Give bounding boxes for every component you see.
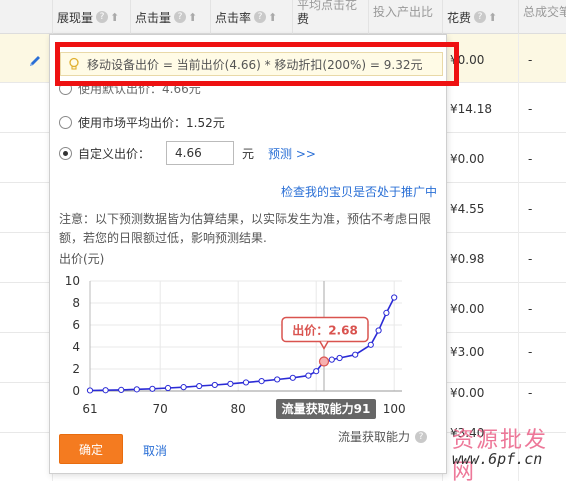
data-point bbox=[313, 368, 320, 375]
y-tick-label: 2 bbox=[72, 362, 80, 376]
data-point bbox=[211, 381, 218, 389]
data-point bbox=[118, 386, 125, 394]
orders-value: - bbox=[528, 386, 533, 400]
data-point bbox=[328, 356, 335, 363]
sort-icon[interactable]: ⬆ bbox=[268, 11, 277, 24]
confirm-button[interactable]: 确定 bbox=[59, 434, 123, 464]
y-tick-label: 8 bbox=[72, 296, 80, 310]
data-point bbox=[196, 382, 203, 390]
radio-custom-bid[interactable] bbox=[59, 146, 72, 160]
help-icon[interactable]: ? bbox=[96, 11, 109, 23]
spend-value: ¥0.00 bbox=[450, 302, 485, 316]
prediction-notice: 注意：以下预测数据皆为估算结果，以实际发生为准，预估不考虑日限额，若您的日限额过… bbox=[59, 212, 432, 245]
help-icon[interactable]: ? bbox=[474, 11, 487, 23]
y-tick-label: 6 bbox=[72, 318, 80, 332]
column-header-orders[interactable]: 总成交笔 bbox=[518, 0, 566, 34]
data-point bbox=[383, 309, 390, 317]
help-icon[interactable]: ? bbox=[174, 11, 187, 23]
option-market-bid[interactable]: 使用市场平均出价：1.52元 bbox=[59, 114, 225, 131]
data-point bbox=[102, 387, 109, 394]
sort-icon[interactable]: ⬆ bbox=[488, 11, 497, 24]
y-tick-label: 4 bbox=[72, 340, 80, 354]
column-header-spend[interactable]: 花费? ⬆ bbox=[442, 0, 518, 34]
orders-value: - bbox=[528, 53, 533, 67]
column-divider bbox=[518, 34, 519, 481]
check-promotion-link[interactable]: 检查我的宝贝是否处于推广中 bbox=[281, 183, 437, 200]
traffic-tooltip-label: 流量获取能力91 bbox=[282, 401, 371, 416]
highlight-annotation-box bbox=[55, 42, 459, 86]
predict-link[interactable]: 预测 >> bbox=[268, 145, 316, 162]
spend-value: ¥14.18 bbox=[450, 102, 492, 116]
data-point bbox=[180, 384, 187, 391]
x-tick-label: 61 bbox=[82, 402, 97, 416]
data-point bbox=[274, 376, 281, 383]
data-point bbox=[305, 372, 312, 379]
orders-value: - bbox=[528, 345, 533, 359]
x-tick-label: 80 bbox=[231, 402, 246, 416]
data-point bbox=[133, 386, 140, 393]
x-tick-label: 70 bbox=[153, 402, 168, 416]
sort-icon[interactable]: ⬆ bbox=[188, 11, 197, 24]
orders-value: - bbox=[528, 202, 533, 216]
spend-value: ¥0.00 bbox=[450, 386, 485, 400]
spend-value: ¥3.00 bbox=[450, 345, 485, 359]
y-axis-title: 出价(元) bbox=[59, 252, 105, 266]
data-point bbox=[391, 294, 398, 301]
data-point bbox=[149, 385, 156, 392]
x-axis-title: 流量获取能力? bbox=[338, 428, 428, 445]
orders-value: - bbox=[528, 252, 533, 266]
column-header-clicks[interactable]: 点击量? ⬆ bbox=[130, 0, 210, 34]
data-point bbox=[289, 374, 296, 381]
data-point bbox=[86, 387, 94, 394]
bid-tooltip-label: 出价：2.68 bbox=[292, 323, 358, 338]
help-icon[interactable]: ? bbox=[254, 11, 267, 23]
bid-prediction-chart[interactable]: 024681061708090100出价：2.68流量获取能力91 bbox=[52, 266, 422, 426]
data-point bbox=[227, 380, 234, 387]
column-header-impressions[interactable]: 展现量? ⬆ bbox=[52, 0, 130, 34]
orders-value: - bbox=[528, 302, 533, 316]
cancel-link[interactable]: 取消 bbox=[143, 442, 167, 459]
orders-value: - bbox=[528, 102, 533, 116]
orders-value: - bbox=[528, 152, 533, 166]
custom-bid-input[interactable] bbox=[166, 141, 235, 165]
y-tick-label: 10 bbox=[65, 274, 80, 288]
spend-value: ¥4.55 bbox=[450, 202, 485, 216]
watermark-url: www.6pf.cn bbox=[452, 450, 543, 468]
column-header-ctr[interactable]: 点击率? ⬆ bbox=[210, 0, 292, 34]
data-point bbox=[375, 327, 382, 334]
data-point bbox=[336, 354, 343, 362]
data-point bbox=[258, 378, 265, 385]
radio-market-bid[interactable] bbox=[59, 116, 72, 129]
edit-pencil-icon[interactable] bbox=[28, 54, 42, 68]
data-point bbox=[367, 341, 374, 348]
sort-icon[interactable]: ⬆ bbox=[110, 11, 119, 24]
option-custom-bid[interactable]: 自定义出价： 元 预测 >> bbox=[59, 141, 316, 165]
spend-value: ¥0.98 bbox=[450, 252, 485, 266]
y-tick-label: 0 bbox=[72, 384, 80, 398]
highlight-point bbox=[318, 356, 330, 367]
data-point bbox=[164, 384, 172, 392]
column-header-roi[interactable]: 投入产出比 bbox=[368, 0, 442, 34]
series-line bbox=[89, 297, 395, 392]
help-icon[interactable]: ? bbox=[415, 430, 428, 443]
column-header-avg-cpc[interactable]: 平均点击花 费 bbox=[292, 0, 368, 34]
data-point bbox=[352, 351, 359, 358]
table-header: 展现量? ⬆ 点击量? ⬆ 点击率? ⬆ 平均点击花 费 投入产出比 花费? ⬆ 总成交… bbox=[0, 0, 566, 34]
data-point bbox=[242, 379, 250, 386]
x-tick-label: 100 bbox=[383, 402, 406, 416]
spend-value: ¥0.00 bbox=[450, 152, 485, 166]
